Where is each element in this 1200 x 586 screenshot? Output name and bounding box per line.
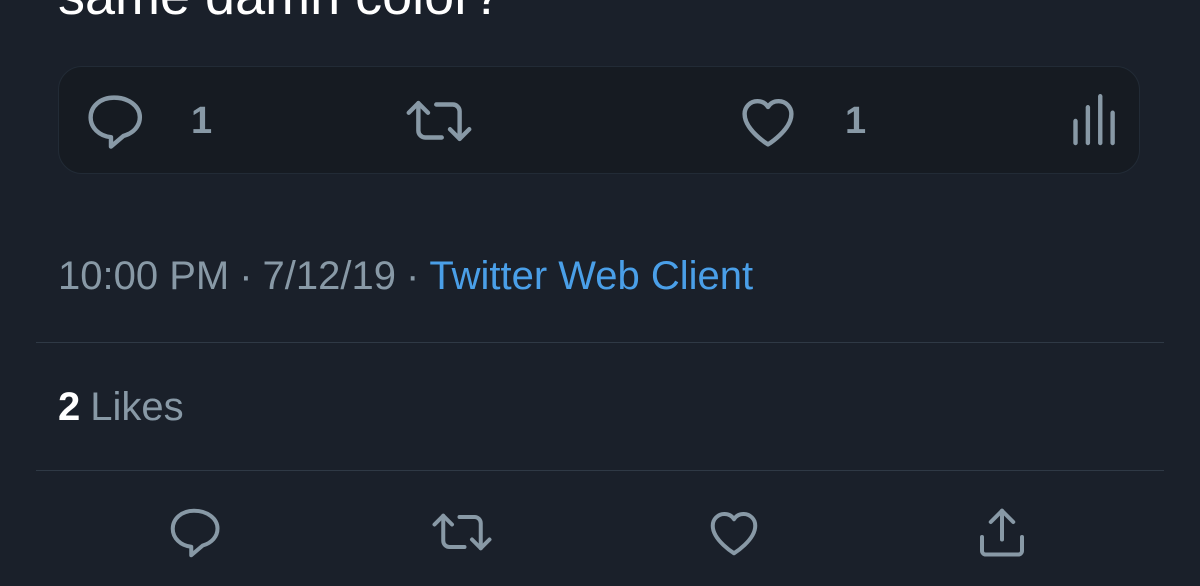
quoted-tweet-actions: 1 1: [58, 66, 1140, 174]
reply-icon: [164, 502, 224, 567]
meta-separator: ·: [239, 254, 253, 298]
tweet-text: same damn color?: [58, 0, 502, 32]
meta-separator: ·: [406, 254, 420, 298]
reply-button[interactable]: [162, 502, 226, 566]
likes-label: Likes: [90, 385, 184, 429]
divider: [36, 470, 1164, 471]
tweet-date: 7/12/19: [262, 254, 397, 298]
quoted-like-action[interactable]: 1: [735, 67, 866, 175]
quoted-like-count: 1: [845, 99, 867, 142]
quoted-reply-count: 1: [191, 99, 213, 142]
likes-stat[interactable]: 2 Likes: [58, 382, 184, 432]
like-icon: [704, 502, 764, 567]
like-button[interactable]: [702, 502, 766, 566]
tweet-source-link[interactable]: Twitter Web Client: [429, 254, 753, 298]
divider: [36, 342, 1164, 343]
share-icon: [972, 502, 1032, 567]
tweet-meta: 10:00 PM · 7/12/19 · Twitter Web Client: [58, 250, 753, 302]
likes-count: 2: [58, 385, 81, 429]
quoted-reply-action[interactable]: 1: [81, 67, 212, 175]
quoted-analytics-action[interactable]: [1067, 67, 1117, 175]
tweet-time: 10:00 PM: [58, 254, 230, 298]
like-icon: [735, 88, 801, 154]
retweet-icon: [427, 502, 497, 567]
analytics-icon: [1067, 88, 1117, 154]
reply-icon: [81, 88, 147, 154]
retweet-button[interactable]: [430, 502, 494, 566]
share-button[interactable]: [970, 502, 1034, 566]
quoted-retweet-action[interactable]: [399, 67, 479, 175]
retweet-icon: [399, 88, 479, 154]
